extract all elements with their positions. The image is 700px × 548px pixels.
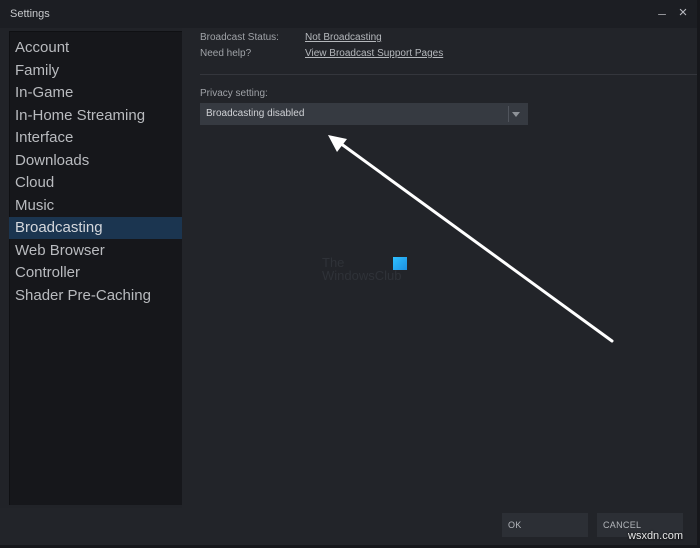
settings-window: Settings – × Account Family In-Game In-H… [0,0,700,548]
privacy-setting-label: Privacy setting: [200,88,268,99]
windows-logo-icon [393,257,407,270]
support-pages-link[interactable]: View Broadcast Support Pages [305,48,443,59]
sidebar-item-in-game[interactable]: In-Game [9,82,182,104]
sidebar-item-shader-pre-caching[interactable]: Shader Pre-Caching [9,285,182,307]
broadcast-status-label: Broadcast Status: [200,32,279,43]
sidebar-item-controller[interactable]: Controller [9,262,182,284]
window-title: Settings [10,8,50,20]
site-watermark: wsxdn.com [628,530,684,542]
divider [200,74,697,75]
need-help-label: Need help? [200,48,252,59]
sidebar-item-downloads[interactable]: Downloads [9,150,182,172]
sidebar-item-music[interactable]: Music [9,195,182,217]
settings-sidebar: Account Family In-Game In-Home Streaming… [9,31,182,505]
sidebar-item-web-browser[interactable]: Web Browser [9,240,182,262]
privacy-setting-value: Broadcasting disabled [206,108,305,119]
sidebar-item-interface[interactable]: Interface [9,127,182,149]
sidebar-item-cloud[interactable]: Cloud [9,172,182,194]
close-icon[interactable]: × [675,4,691,22]
dialog-footer [0,508,697,545]
title-bar: Settings – × [0,0,697,28]
watermark-text: The WindowsClub [322,256,401,282]
sidebar-item-in-home-streaming[interactable]: In-Home Streaming [9,105,182,127]
watermark-line2: WindowsClub [322,268,402,283]
sidebar-item-broadcasting[interactable]: Broadcasting [9,217,182,239]
broadcasting-panel: Broadcast Status: Not Broadcasting Need … [182,28,697,508]
sidebar-item-family[interactable]: Family [9,60,182,82]
minimize-icon[interactable]: – [654,4,670,22]
ok-button[interactable]: OK [502,513,588,537]
chevron-down-icon[interactable] [512,112,520,117]
privacy-setting-dropdown[interactable]: Broadcasting disabled [200,103,528,125]
dropdown-divider [508,106,509,122]
sidebar-item-account[interactable]: Account [9,37,182,59]
broadcast-status-link[interactable]: Not Broadcasting [305,32,382,43]
